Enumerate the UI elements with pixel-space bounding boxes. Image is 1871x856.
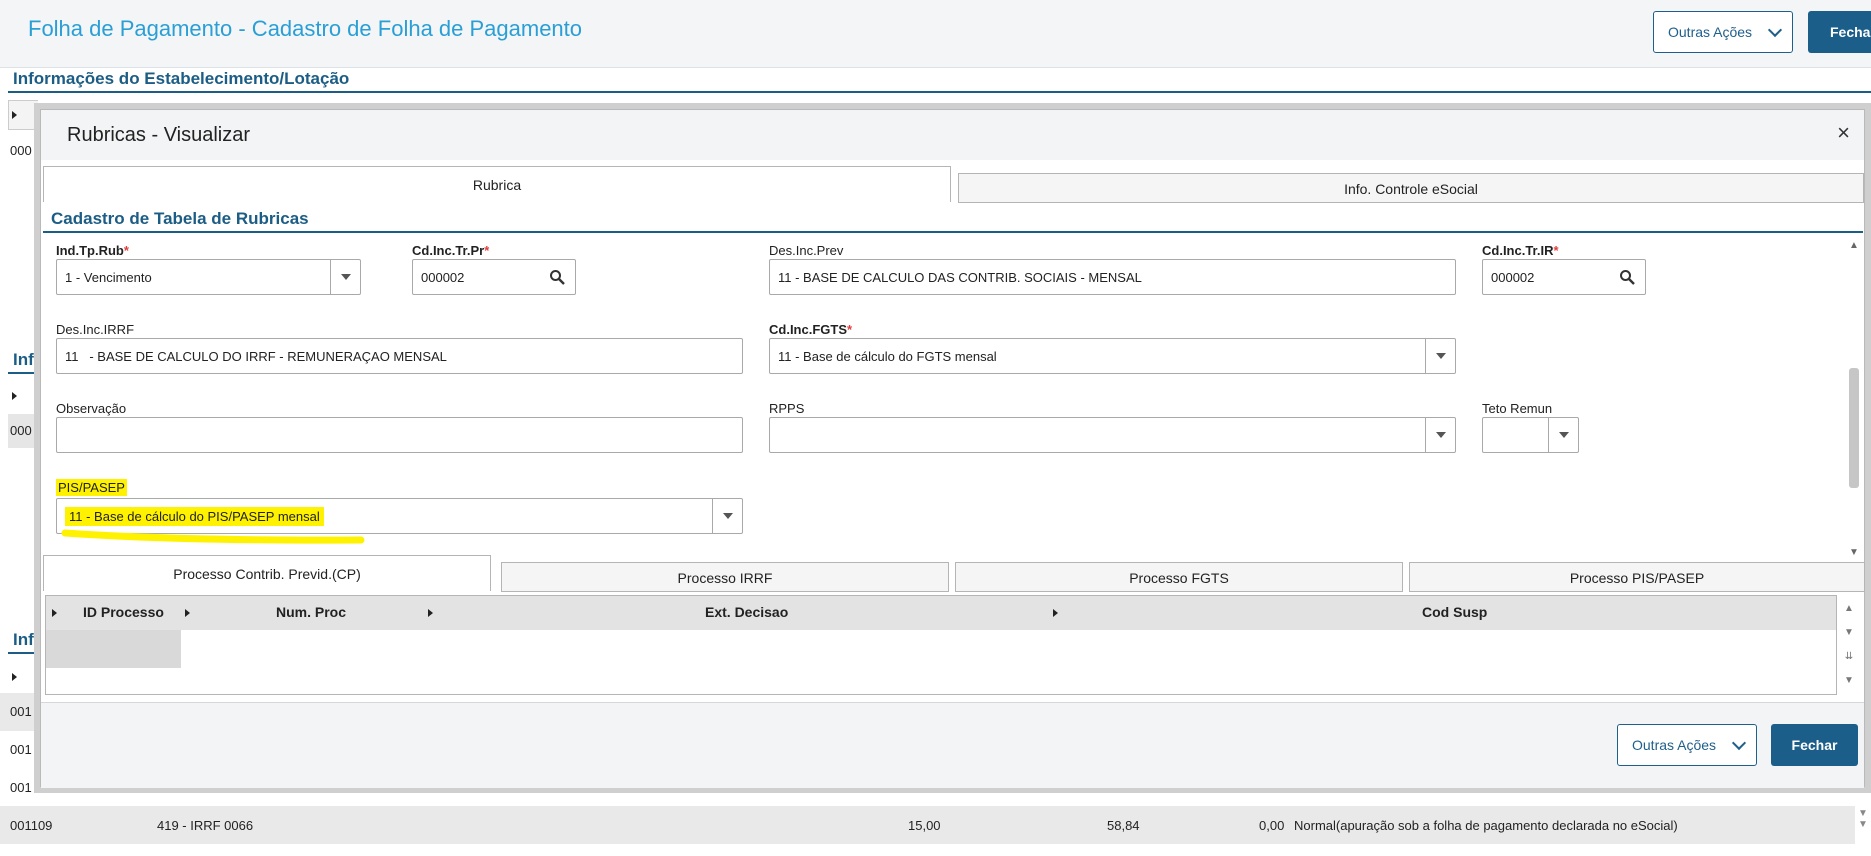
cd-inc-fgts-select[interactable]: 11 - Base de cálculo do FGTS mensal bbox=[769, 338, 1456, 374]
sort-arrow-icon[interactable] bbox=[185, 609, 190, 617]
cd-inc-tr-pr-input[interactable]: 000002 bbox=[412, 259, 576, 295]
label-observacao: Observação bbox=[56, 401, 127, 416]
tab-rubrica[interactable]: Rubrica bbox=[43, 166, 951, 202]
row-value-1: 15,00 bbox=[908, 818, 941, 833]
modal-other-actions-label: Outras Ações bbox=[1632, 737, 1717, 753]
sort-arrow-icon[interactable] bbox=[12, 111, 17, 119]
label-cd-inc-tr-pr: Cd.Inc.Tr.Pr* bbox=[412, 243, 490, 258]
modal-header: Rubricas - Visualizar × bbox=[41, 110, 1864, 160]
page-other-actions-button[interactable]: Outras Ações bbox=[1653, 11, 1793, 53]
row-description: Normal(apuração sob a folha de pagamento… bbox=[1294, 818, 1678, 833]
close-icon[interactable]: × bbox=[1837, 120, 1850, 146]
scroll-end-icon[interactable]: ▼ bbox=[1838, 669, 1860, 693]
column-ext-decisao[interactable]: Ext. Decisao bbox=[705, 604, 788, 620]
tab-processo-fgts[interactable]: Processo FGTS bbox=[955, 562, 1403, 592]
teto-remun-select[interactable] bbox=[1482, 417, 1579, 453]
label-des-inc-prev: Des.Inc.Prev bbox=[769, 243, 844, 258]
dropdown-arrow-icon[interactable] bbox=[1425, 418, 1455, 452]
cd-inc-tr-pr-value: 000002 bbox=[421, 269, 465, 285]
process-grid: ID Processo Num. Proc Ext. Decisao Cod S… bbox=[45, 595, 1837, 695]
dropdown-arrow-icon[interactable] bbox=[1548, 418, 1578, 452]
bg-row-code: 001 bbox=[10, 780, 32, 795]
scroll-down-icon[interactable]: ▼ bbox=[1838, 621, 1860, 645]
sort-arrow-icon[interactable] bbox=[428, 609, 433, 617]
label-des-inc-irrf: Des.Inc.IRRF bbox=[56, 322, 135, 337]
rubricas-modal: Rubricas - Visualizar × Rubrica Info. Co… bbox=[40, 109, 1865, 788]
column-num-proc[interactable]: Num. Proc bbox=[276, 604, 346, 620]
column-cod-susp[interactable]: Cod Susp bbox=[1422, 604, 1487, 620]
des-inc-irrf-input[interactable]: 11 - BASE DE CALCULO DO IRRF - REMUNERAÇ… bbox=[56, 338, 743, 374]
cd-inc-tr-ir-input[interactable]: 000002 bbox=[1482, 259, 1646, 295]
row-rubric: 419 - IRRF 0066 bbox=[157, 818, 254, 833]
form-scrollbar[interactable]: ▲ ▼ bbox=[1846, 240, 1862, 558]
selected-cell[interactable] bbox=[46, 630, 181, 668]
bg-row-code: 000 bbox=[10, 143, 32, 158]
section-inf-title: Inf bbox=[13, 630, 34, 649]
bg-row-code: 001 bbox=[10, 742, 32, 757]
modal-close-button[interactable]: Fechar bbox=[1771, 724, 1858, 766]
row-code: 001109 bbox=[10, 818, 53, 833]
modal-close-label: Fechar bbox=[1791, 737, 1838, 753]
scroll-thumb[interactable] bbox=[1849, 368, 1859, 488]
dropdown-arrow-icon[interactable] bbox=[330, 260, 360, 294]
chevron-down-icon bbox=[1731, 735, 1747, 751]
dropdown-arrow-icon[interactable] bbox=[1425, 339, 1455, 373]
grid-scrollbar[interactable]: ▲ ▼ ⇊ ▼ bbox=[1838, 597, 1860, 693]
rpps-select[interactable] bbox=[769, 417, 1456, 453]
label-teto-remun: Teto Remun bbox=[1482, 401, 1553, 416]
label-ind-tp-rub: Ind.Tp.Rub* bbox=[56, 243, 129, 258]
bg-row-code: 001 bbox=[10, 704, 32, 719]
tab-processo-irrf[interactable]: Processo IRRF bbox=[501, 562, 949, 592]
page-close-button[interactable]: Fechar bbox=[1808, 11, 1871, 53]
section-title: Cadastro de Tabela de Rubricas bbox=[51, 209, 309, 228]
observacao-input[interactable] bbox=[56, 417, 743, 453]
section-divider bbox=[8, 91, 1871, 93]
page-other-actions-label: Outras Ações bbox=[1668, 24, 1753, 40]
label-pis-pasep: PIS/PASEP bbox=[56, 479, 127, 496]
bg-row-code: 000 bbox=[10, 423, 32, 438]
ind-tp-rub-select[interactable]: 1 - Vencimento bbox=[56, 259, 361, 295]
modal-footer: Outras Ações Fechar bbox=[41, 702, 1864, 788]
page-scrollbar[interactable]: ▼ ▼ bbox=[1855, 808, 1871, 856]
ind-tp-rub-value: 1 - Vencimento bbox=[65, 269, 152, 285]
scroll-up-icon[interactable]: ▲ bbox=[1846, 240, 1862, 251]
row-value-2: 58,84 bbox=[1107, 818, 1140, 833]
scroll-page-down-icon[interactable]: ⇊ bbox=[1838, 645, 1860, 669]
page-close-label: Fechar bbox=[1830, 24, 1871, 40]
row-value-3: 0,00 bbox=[1259, 818, 1285, 833]
modal-other-actions-button[interactable]: Outras Ações bbox=[1617, 724, 1757, 766]
chevron-down-icon bbox=[1767, 22, 1783, 38]
label-cd-inc-fgts: Cd.Inc.FGTS* bbox=[769, 322, 853, 337]
tab-processo-contrib-previd[interactable]: Processo Contrib. Previd.(CP) bbox=[43, 555, 491, 591]
cd-inc-tr-ir-value: 000002 bbox=[1491, 269, 1535, 285]
section-inf-title: Inf bbox=[13, 350, 34, 369]
section-estabelecimento-title: Informações do Estabelecimento/Lotação bbox=[13, 69, 350, 88]
page-title: Folha de Pagamento - Cadastro de Folha d… bbox=[28, 16, 583, 41]
section-divider bbox=[43, 231, 1863, 233]
des-inc-prev-input[interactable]: 11 - BASE DE CALCULO DAS CONTRIB. SOCIAI… bbox=[769, 259, 1456, 295]
scroll-down-icon[interactable]: ▼ bbox=[1846, 547, 1862, 558]
scroll-up-icon[interactable]: ▲ bbox=[1838, 597, 1860, 621]
page-header: Folha de Pagamento - Cadastro de Folha d… bbox=[0, 0, 1871, 68]
sort-arrow-icon[interactable] bbox=[12, 673, 17, 681]
highlight-mark bbox=[61, 529, 365, 544]
tab-info-controle-esocial[interactable]: Info. Controle eSocial bbox=[958, 173, 1864, 203]
column-id-processo[interactable]: ID Processo bbox=[83, 604, 164, 620]
dropdown-arrow-icon[interactable] bbox=[712, 499, 742, 533]
sort-arrow-icon[interactable] bbox=[52, 609, 57, 617]
cd-inc-fgts-value: 11 - Base de cálculo do FGTS mensal bbox=[778, 348, 997, 364]
label-rpps: RPPS bbox=[769, 401, 805, 416]
label-cd-inc-tr-ir: Cd.Inc.Tr.IR* bbox=[1482, 243, 1559, 258]
sort-arrow-icon[interactable] bbox=[12, 392, 17, 400]
sort-arrow-icon[interactable] bbox=[1053, 609, 1058, 617]
search-icon[interactable] bbox=[549, 269, 565, 285]
search-icon[interactable] bbox=[1619, 269, 1635, 285]
tab-processo-pis-pasep[interactable]: Processo PIS/PASEP bbox=[1409, 562, 1865, 592]
pis-pasep-value: 11 - Base de cálculo do PIS/PASEP mensal bbox=[65, 506, 324, 526]
modal-title: Rubricas - Visualizar bbox=[67, 124, 251, 146]
